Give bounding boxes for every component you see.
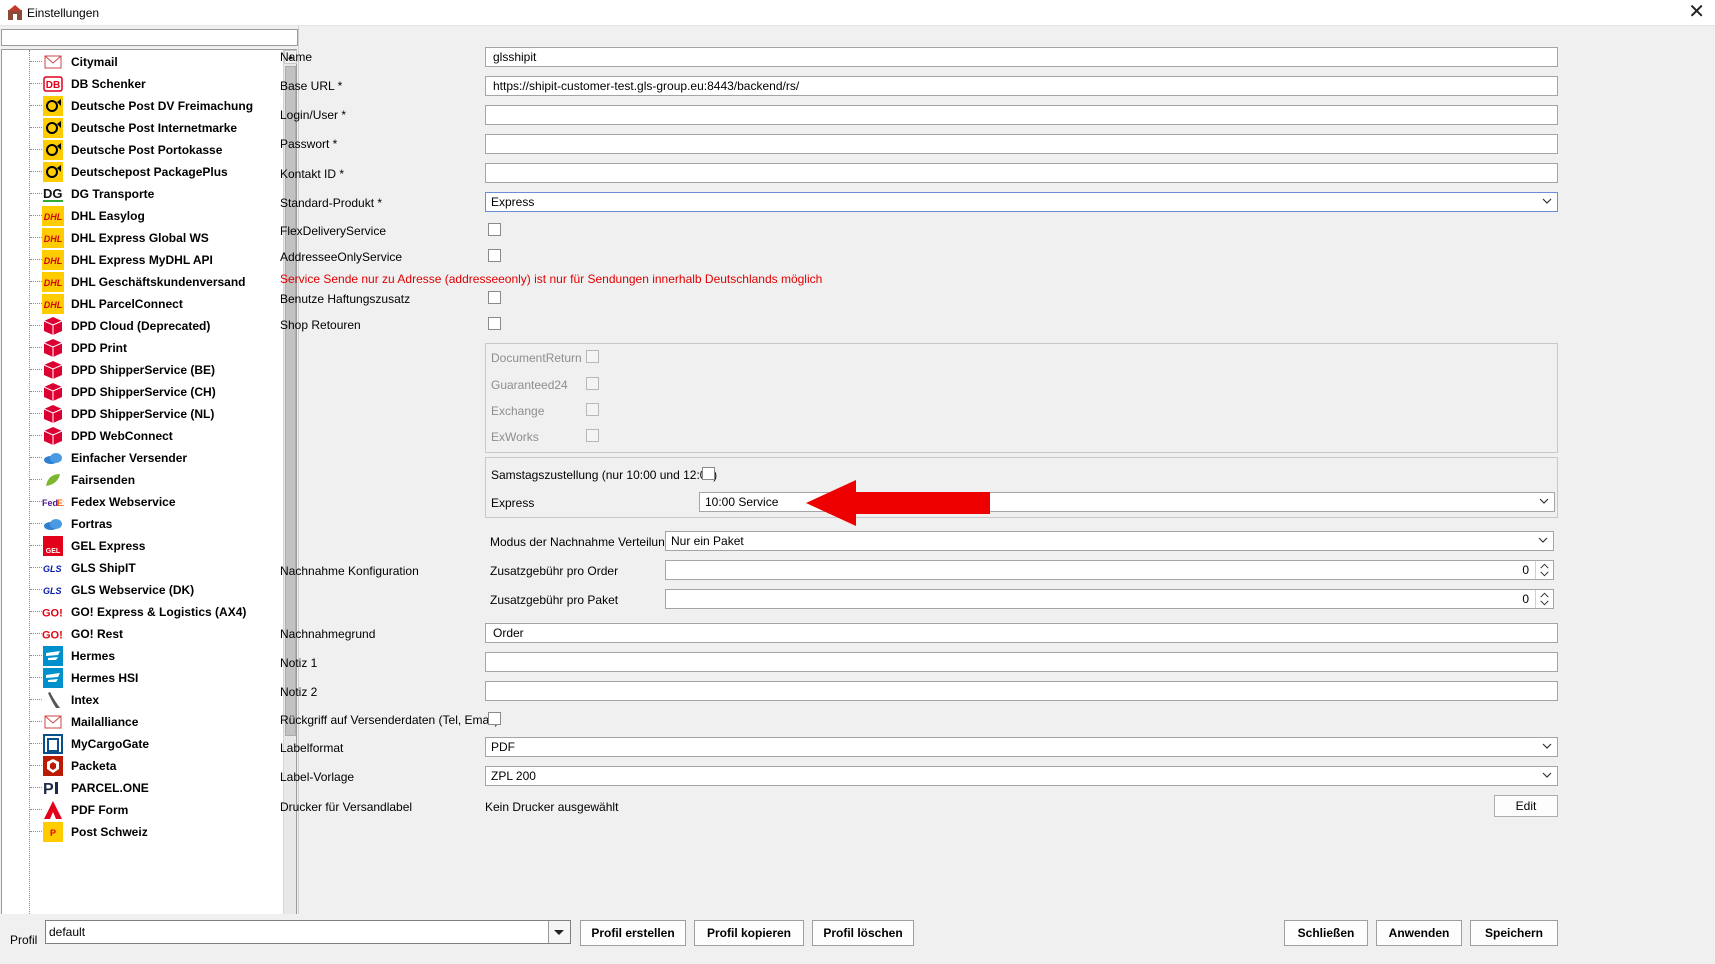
service-checkbox-1[interactable]	[586, 377, 599, 390]
settings-dialog: Citymail DB DB Schenker Deutsche Post DV Fr…	[0, 26, 1715, 964]
service-checkbox-2[interactable]	[586, 403, 599, 416]
chevron-down-icon	[554, 930, 564, 935]
chevron-down-icon	[1542, 743, 1552, 749]
nachnahmegrund-label: Nachnahmegrund	[280, 627, 376, 641]
profil-label: Profil	[10, 933, 38, 947]
kontakt-input[interactable]	[485, 163, 1558, 183]
services-group: DocumentReturn Guaranteed24 Exchange ExW…	[485, 343, 1558, 453]
profil-erstellen-button[interactable]: Profil erstellen	[580, 920, 686, 946]
addressee-checkbox[interactable]	[488, 249, 501, 262]
haftung-checkbox[interactable]	[488, 291, 501, 304]
zusatz-order-label: Zusatzgebühr pro Order	[490, 564, 619, 578]
rueckgriff-label: Rückgriff auf Versenderdaten (Tel, Email…	[280, 713, 499, 727]
labelformat-label: Labelformat	[280, 741, 344, 755]
passwort-input[interactable]	[485, 134, 1558, 154]
anwenden-button[interactable]: Anwenden	[1376, 920, 1462, 946]
shop-retouren-checkbox[interactable]	[488, 317, 501, 330]
drucker-label: Drucker für Versandlabel	[280, 800, 413, 814]
service-checkbox-0[interactable]	[586, 350, 599, 363]
service-label-2: Exchange	[491, 404, 545, 418]
chevron-down-icon	[1539, 498, 1549, 504]
drucker-value: Kein Drucker ausgewählt	[485, 800, 619, 814]
title-bar: Einstellungen ✕	[0, 0, 1715, 26]
chevron-down-icon	[1542, 772, 1552, 778]
nachnahme-modus-value: Nur ein Paket	[671, 534, 744, 548]
labelvorlage-label: Label-Vorlage	[280, 770, 355, 784]
standard-produkt-select[interactable]: Express	[485, 192, 1558, 212]
login-input[interactable]	[485, 105, 1558, 125]
rueckgriff-checkbox[interactable]	[488, 712, 501, 725]
haftung-label: Benutze Haftungszusatz	[280, 292, 411, 306]
baseurl-label: Base URL *	[280, 79, 343, 93]
labelformat-value: PDF	[491, 740, 515, 754]
zusatz-paket-value: 0	[1522, 592, 1529, 606]
schliessen-button[interactable]: Schließen	[1284, 920, 1368, 946]
nachnahmegrund-input[interactable]: Order	[485, 623, 1558, 643]
nachnahme-modus-label: Modus der Nachnahme Verteilung	[490, 535, 672, 549]
standard-produkt-label: Standard-Produkt *	[280, 196, 383, 210]
kontakt-label: Kontakt ID *	[280, 167, 345, 181]
profil-loeschen-button[interactable]: Profil löschen	[812, 920, 914, 946]
edit-drucker-button[interactable]: Edit	[1494, 795, 1558, 817]
name-label: Name	[280, 50, 313, 64]
profil-select[interactable]: default	[45, 920, 571, 944]
addressee-label: AddresseeOnlyService	[280, 250, 403, 264]
express-group: Samstagszustellung (nur 10:00 und 12:00)…	[485, 457, 1558, 518]
annotation-arrow-icon	[806, 480, 990, 526]
service-label-1: Guaranteed24	[491, 378, 568, 392]
samstag-label: Samstagszustellung (nur 10:00 und 12:00)	[491, 468, 718, 482]
service-label-3: ExWorks	[491, 430, 539, 444]
spinner-arrows-icon[interactable]	[1535, 561, 1553, 579]
app-icon	[8, 5, 22, 20]
samstag-checkbox[interactable]	[702, 467, 715, 480]
window-title: Einstellungen	[27, 6, 100, 20]
notiz1-label: Notiz 1	[280, 656, 318, 670]
zusatz-order-value: 0	[1522, 563, 1529, 577]
nachnahme-konfig-label: Nachnahme Konfiguration	[280, 564, 419, 578]
standard-produkt-value: Express	[491, 195, 535, 209]
labelformat-select[interactable]: PDF	[485, 737, 1558, 757]
nachnahme-modus-select[interactable]: Nur ein Paket	[665, 531, 1554, 551]
zusatz-paket-spinner[interactable]: 0	[665, 589, 1554, 609]
close-icon[interactable]: ✕	[1688, 1, 1705, 23]
labelvorlage-value: ZPL 200	[491, 769, 536, 783]
form-panel: Name glsshipit Base URL * https://shipit…	[0, 26, 1715, 914]
profil-dropdown-button[interactable]	[548, 921, 570, 943]
notiz2-label: Notiz 2	[280, 685, 318, 699]
flex-checkbox[interactable]	[488, 223, 501, 236]
notiz2-input[interactable]	[485, 681, 1558, 701]
notiz1-input[interactable]	[485, 652, 1558, 672]
chevron-down-icon	[1542, 198, 1552, 204]
zusatz-order-spinner[interactable]: 0	[665, 560, 1554, 580]
flex-label: FlexDeliveryService	[280, 224, 387, 238]
passwort-label: Passwort *	[280, 137, 338, 151]
name-input[interactable]: glsshipit	[485, 47, 1558, 67]
service-checkbox-3[interactable]	[586, 429, 599, 442]
profil-kopieren-button[interactable]: Profil kopieren	[694, 920, 804, 946]
chevron-down-icon	[1538, 537, 1548, 543]
zusatz-paket-label: Zusatzgebühr pro Paket	[490, 593, 619, 607]
addressee-warning: Service Sende nur zu Adresse (addresseeo…	[280, 272, 823, 286]
speichern-button[interactable]: Speichern	[1470, 920, 1558, 946]
spinner-arrows-icon[interactable]	[1535, 590, 1553, 608]
labelvorlage-select[interactable]: ZPL 200	[485, 766, 1558, 786]
service-label-0: DocumentReturn	[491, 351, 582, 365]
baseurl-input[interactable]: https://shipit-customer-test.gls-group.e…	[485, 76, 1558, 96]
shop-retouren-label: Shop Retouren	[280, 318, 361, 332]
login-label: Login/User *	[280, 108, 347, 122]
express-value: 10:00 Service	[705, 495, 779, 509]
profil-value: default	[49, 925, 86, 939]
express-label: Express	[491, 496, 535, 510]
bottom-bar: Profil default Profil erstellen Profil k…	[0, 914, 1715, 964]
